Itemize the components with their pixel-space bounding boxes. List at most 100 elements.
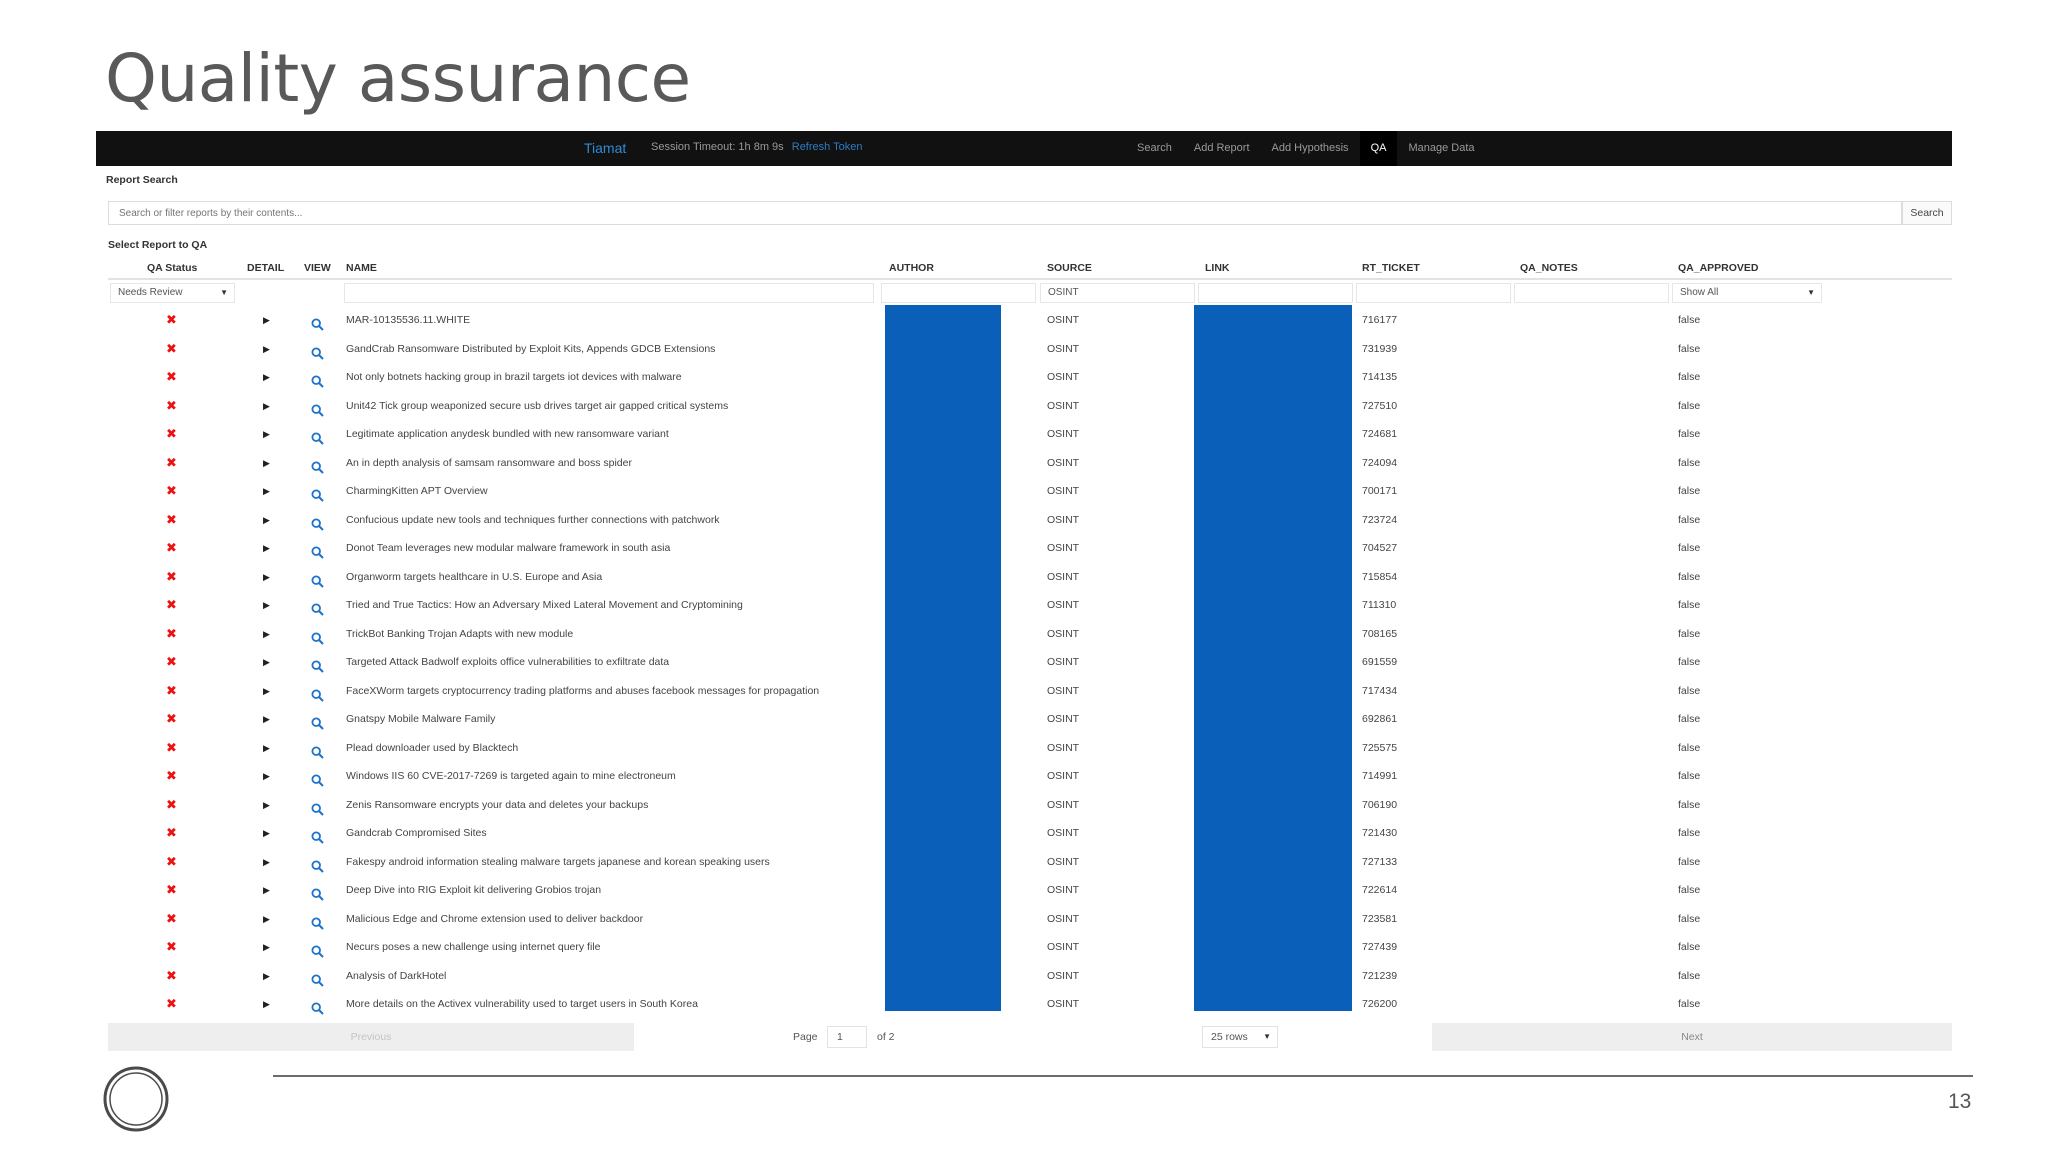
nav-link-search[interactable]: Search — [1126, 131, 1183, 166]
table-row[interactable]: ✖ ▶ Organworm targets healthcare in U.S. E… — [108, 563, 1952, 592]
report-name[interactable]: Organworm targets healthcare in U.S. Eur… — [346, 563, 876, 592]
col-header-view[interactable]: VIEW — [304, 258, 331, 278]
report-name[interactable]: Zenis Ransomware encrypts your data and … — [346, 791, 876, 820]
table-row[interactable]: ✖ ▶ Unit42 Tick group weaponized secure us… — [108, 392, 1952, 421]
x-icon[interactable]: ✖ — [166, 768, 177, 783]
x-icon[interactable]: ✖ — [166, 882, 177, 897]
magnifier-icon[interactable] — [311, 571, 324, 592]
caret-right-icon[interactable]: ▶ — [263, 600, 270, 610]
caret-right-icon[interactable]: ▶ — [263, 572, 270, 582]
col-header-qa-notes[interactable]: QA_NOTES — [1520, 258, 1578, 278]
caret-right-icon[interactable]: ▶ — [263, 743, 270, 753]
report-name[interactable]: CharmingKitten APT Overview — [346, 477, 876, 506]
table-row[interactable]: ✖ ▶ Analysis of DarkHotel OSINT 721239 false — [108, 962, 1952, 991]
magnifier-icon[interactable] — [311, 685, 324, 706]
magnifier-icon[interactable] — [311, 884, 324, 905]
caret-right-icon[interactable]: ▶ — [263, 828, 270, 838]
rt-ticket-filter-input[interactable] — [1356, 283, 1511, 303]
table-row[interactable]: ✖ ▶ Gnatspy Mobile Malware Family OSINT 6928… — [108, 705, 1952, 734]
x-icon[interactable]: ✖ — [166, 512, 177, 527]
table-row[interactable]: ✖ ▶ Fakespy android information stealing m… — [108, 848, 1952, 877]
report-search-input[interactable] — [108, 201, 1902, 225]
table-row[interactable]: ✖ ▶ Confucious update new tools and techni… — [108, 506, 1952, 535]
table-row[interactable]: ✖ ▶ MAR-10135536.11.WHITE OSINT 716177 false — [108, 306, 1952, 335]
magnifier-icon[interactable] — [311, 628, 324, 649]
next-page-button[interactable]: Next — [1432, 1023, 1952, 1051]
x-icon[interactable]: ✖ — [166, 369, 177, 384]
table-row[interactable]: ✖ ▶ FaceXWorm targets cryptocurrency tradi… — [108, 677, 1952, 706]
author-filter-input[interactable] — [881, 283, 1036, 303]
caret-right-icon[interactable]: ▶ — [263, 686, 270, 696]
caret-right-icon[interactable]: ▶ — [263, 315, 270, 325]
col-header-qa-status[interactable]: QA Status — [147, 258, 197, 278]
report-name[interactable]: An in depth analysis of samsam ransomwar… — [346, 449, 876, 478]
qa-status-filter[interactable]: Needs Review ▼ — [110, 283, 235, 303]
table-row[interactable]: ✖ ▶ More details on the Activex vulnerabil… — [108, 990, 1952, 1019]
report-name[interactable]: Analysis of DarkHotel — [346, 962, 876, 991]
caret-right-icon[interactable]: ▶ — [263, 800, 270, 810]
caret-right-icon[interactable]: ▶ — [263, 857, 270, 867]
x-icon[interactable]: ✖ — [166, 626, 177, 641]
magnifier-icon[interactable] — [311, 343, 324, 364]
caret-right-icon[interactable]: ▶ — [263, 429, 270, 439]
x-icon[interactable]: ✖ — [166, 996, 177, 1011]
report-name[interactable]: TrickBot Banking Trojan Adapts with new … — [346, 620, 876, 649]
col-header-rt-ticket[interactable]: RT_TICKET — [1362, 258, 1420, 278]
nav-link-manage-data[interactable]: Manage Data — [1397, 131, 1485, 166]
report-name[interactable]: Gnatspy Mobile Malware Family — [346, 705, 876, 734]
col-header-source[interactable]: SOURCE — [1047, 258, 1092, 278]
x-icon[interactable]: ✖ — [166, 483, 177, 498]
table-row[interactable]: ✖ ▶ Not only botnets hacking group in braz… — [108, 363, 1952, 392]
nav-link-qa[interactable]: QA — [1359, 131, 1398, 166]
x-icon[interactable]: ✖ — [166, 968, 177, 983]
magnifier-icon[interactable] — [311, 599, 324, 620]
magnifier-icon[interactable] — [311, 514, 324, 535]
table-row[interactable]: ✖ ▶ An in depth analysis of samsam ransomw… — [108, 449, 1952, 478]
x-icon[interactable]: ✖ — [166, 455, 177, 470]
caret-right-icon[interactable]: ▶ — [263, 999, 270, 1009]
caret-right-icon[interactable]: ▶ — [263, 458, 270, 468]
report-name[interactable]: Plead downloader used by Blacktech — [346, 734, 876, 763]
report-name[interactable]: Not only botnets hacking group in brazil… — [346, 363, 876, 392]
magnifier-icon[interactable] — [311, 371, 324, 392]
col-header-link[interactable]: LINK — [1205, 258, 1230, 278]
table-row[interactable]: ✖ ▶ Gandcrab Compromised Sites OSINT 721430 f… — [108, 819, 1952, 848]
caret-right-icon[interactable]: ▶ — [263, 914, 270, 924]
caret-right-icon[interactable]: ▶ — [263, 344, 270, 354]
caret-right-icon[interactable]: ▶ — [263, 372, 270, 382]
report-name[interactable]: Legitimate application anydesk bundled w… — [346, 420, 876, 449]
x-icon[interactable]: ✖ — [166, 398, 177, 413]
report-name[interactable]: More details on the Activex vulnerabilit… — [346, 990, 876, 1019]
report-name[interactable]: Unit42 Tick group weaponized secure usb … — [346, 392, 876, 421]
col-header-detail[interactable]: DETAIL — [247, 258, 284, 278]
caret-right-icon[interactable]: ▶ — [263, 629, 270, 639]
x-icon[interactable]: ✖ — [166, 683, 177, 698]
table-row[interactable]: ✖ ▶ Plead downloader used by Blacktech OSIN… — [108, 734, 1952, 763]
report-name[interactable]: Windows IIS 60 CVE-2017-7269 is targeted… — [346, 762, 876, 791]
x-icon[interactable]: ✖ — [166, 939, 177, 954]
caret-right-icon[interactable]: ▶ — [263, 771, 270, 781]
col-header-name[interactable]: NAME — [346, 258, 377, 278]
qa-notes-filter-input[interactable] — [1514, 283, 1669, 303]
magnifier-icon[interactable] — [311, 913, 324, 934]
magnifier-icon[interactable] — [311, 314, 324, 335]
table-row[interactable]: ✖ ▶ Donot Team leverages new modular malwa… — [108, 534, 1952, 563]
report-name[interactable]: Necurs poses a new challenge using inter… — [346, 933, 876, 962]
x-icon[interactable]: ✖ — [166, 654, 177, 669]
x-icon[interactable]: ✖ — [166, 740, 177, 755]
magnifier-icon[interactable] — [311, 799, 324, 820]
magnifier-icon[interactable] — [311, 457, 324, 478]
caret-right-icon[interactable]: ▶ — [263, 885, 270, 895]
report-name[interactable]: Gandcrab Compromised Sites — [346, 819, 876, 848]
qa-approved-filter[interactable]: Show All ▼ — [1672, 283, 1822, 303]
x-icon[interactable]: ✖ — [166, 711, 177, 726]
page-number-input[interactable]: 1 — [827, 1026, 867, 1048]
previous-page-button[interactable]: Previous — [108, 1023, 634, 1051]
x-icon[interactable]: ✖ — [166, 825, 177, 840]
report-name[interactable]: Malicious Edge and Chrome extension used… — [346, 905, 876, 934]
report-name[interactable]: Targeted Attack Badwolf exploits office … — [346, 648, 876, 677]
x-icon[interactable]: ✖ — [166, 341, 177, 356]
link-filter-input[interactable] — [1198, 283, 1353, 303]
table-row[interactable]: ✖ ▶ Targeted Attack Badwolf exploits offic… — [108, 648, 1952, 677]
col-header-qa-approved[interactable]: QA_APPROVED — [1678, 258, 1759, 278]
